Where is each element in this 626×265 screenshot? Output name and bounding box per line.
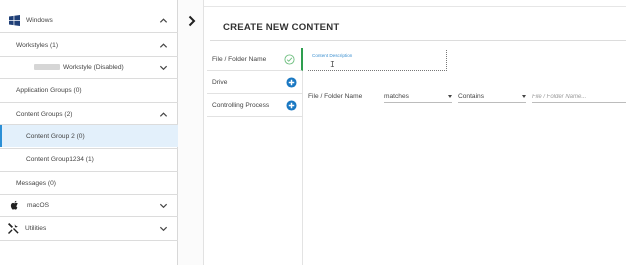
main-panel: CREATE NEW CONTENT File / Folder Name Dr…	[204, 0, 626, 265]
tools-icon	[7, 222, 19, 234]
caret-down-icon	[448, 95, 452, 98]
sidebar-item-label: Workstyle (Disabled)	[63, 63, 124, 71]
sidebar-item-label: Content Group 2 (0)	[26, 132, 85, 140]
sidebar-item-label: Workstyles (1)	[16, 41, 59, 49]
sidebar-item-label: Utilities	[25, 224, 47, 232]
caret-down-icon	[522, 95, 526, 98]
plus-circle-icon[interactable]	[286, 77, 297, 88]
text-cursor-icon: I	[330, 60, 335, 69]
divider	[0, 32, 178, 33]
sidebar-item-windows[interactable]: Windows	[0, 12, 178, 28]
tab-file-folder-name[interactable]: File / Folder Name	[207, 48, 303, 71]
operator-select[interactable]: Contains	[458, 90, 526, 103]
windows-logo-icon	[8, 14, 20, 26]
tab-label: Controlling Process	[212, 101, 270, 109]
sidebar-item-label: Windows	[26, 16, 53, 24]
plus-circle-icon[interactable]	[286, 100, 297, 111]
redacted-text	[34, 64, 60, 70]
page-title: CREATE NEW CONTENT	[223, 22, 340, 33]
content-description-field[interactable]: Content Description I	[308, 50, 447, 71]
sidebar-item-application-groups[interactable]: Application Groups (0)	[0, 82, 178, 98]
file-folder-name-input[interactable]	[532, 90, 626, 103]
divider	[0, 148, 178, 149]
sidebar-item-label: Content Group1234 (1)	[26, 155, 94, 163]
apple-logo-icon	[9, 199, 21, 211]
sidebar-item-workstyle[interactable]: Workstyle (Disabled)	[0, 58, 178, 76]
divider	[0, 194, 178, 195]
sidebar-item-content-group-2[interactable]: Content Group 2 (0)	[0, 125, 178, 147]
tab-label: File / Folder Name	[212, 55, 267, 63]
chevron-down-icon[interactable]	[158, 223, 168, 233]
divider	[0, 216, 178, 217]
divider	[0, 56, 178, 57]
sidebar-item-content-groups[interactable]: Content Groups (2)	[0, 105, 178, 123]
divider	[204, 6, 626, 7]
sidebar-item-utilities[interactable]: Utilities	[0, 219, 178, 237]
match-select-value: matches	[384, 93, 409, 100]
sidebar-item-label: macOS	[27, 201, 49, 209]
chevron-up-icon[interactable]	[158, 15, 168, 25]
sidebar-item-label: Application Groups (0)	[16, 86, 82, 94]
sidebar-item-label: Messages (0)	[16, 179, 56, 187]
chevron-up-icon[interactable]	[158, 40, 168, 50]
divider	[0, 171, 178, 172]
chevron-right-icon[interactable]	[186, 14, 198, 27]
tab-drive[interactable]: Drive	[207, 71, 303, 94]
sidebar-item-content-group-1234[interactable]: Content Group1234 (1)	[0, 150, 178, 168]
sidebar-item-label: Content Groups (2)	[16, 110, 73, 118]
sidebar-item-macos[interactable]: macOS	[0, 196, 178, 214]
content-type-list: File / Folder Name Drive Controlling Pro…	[207, 48, 303, 265]
divider	[0, 240, 178, 241]
rule-label: File / Folder Name	[308, 93, 363, 100]
chevron-up-icon[interactable]	[158, 109, 168, 119]
sidebar-item-workstyles[interactable]: Workstyles (1)	[0, 36, 178, 54]
operator-select-value: Contains	[458, 93, 485, 100]
chevron-down-icon[interactable]	[158, 200, 168, 210]
chevron-down-icon[interactable]	[158, 62, 168, 72]
collapse-rail	[178, 0, 204, 265]
content-description-label: Content Description	[312, 53, 353, 58]
sidebar: Windows Workstyles (1) Workstyle (Disabl…	[0, 0, 178, 265]
tab-controlling-process[interactable]: Controlling Process	[207, 94, 303, 117]
check-circle-icon	[284, 54, 295, 65]
divider	[0, 102, 178, 103]
match-select[interactable]: matches	[384, 90, 452, 103]
divider	[0, 78, 178, 79]
tab-label: Drive	[212, 78, 228, 86]
sidebar-item-messages[interactable]: Messages (0)	[0, 174, 178, 192]
divider	[210, 40, 626, 41]
